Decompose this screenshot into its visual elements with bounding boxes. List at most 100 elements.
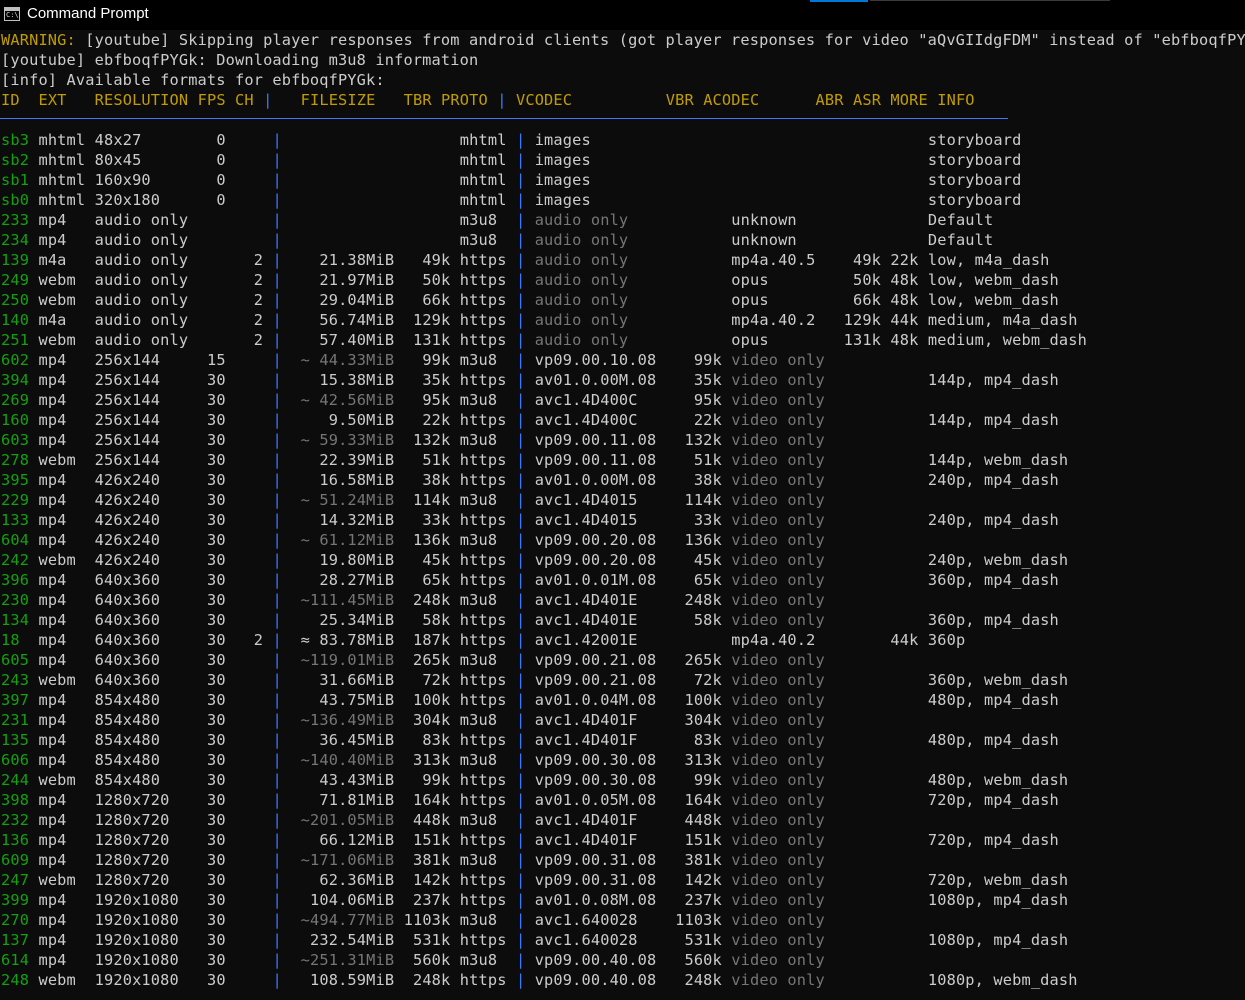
format-vcodec: vp09.00.40.08 bbox=[534, 951, 666, 969]
format-asr bbox=[881, 391, 918, 409]
format-ch bbox=[226, 191, 263, 209]
format-ch bbox=[226, 491, 263, 509]
format-abr bbox=[844, 131, 881, 149]
format-vcodec: avc1.4D401E bbox=[534, 591, 666, 609]
title-bar[interactable]: C:\ Command Prompt bbox=[0, 0, 1245, 30]
column-separator: | bbox=[272, 371, 282, 389]
format-resolution: 640x360 bbox=[94, 631, 198, 649]
format-asr: 48k bbox=[881, 291, 919, 309]
format-tbr: 265k bbox=[394, 651, 451, 669]
format-asr bbox=[881, 551, 918, 569]
format-filesize: 62.36MiB bbox=[291, 871, 395, 889]
format-vbr bbox=[666, 191, 722, 209]
format-more-info bbox=[919, 811, 928, 829]
column-separator: | bbox=[515, 291, 526, 309]
format-vbr bbox=[666, 151, 722, 169]
format-more-info bbox=[919, 491, 928, 509]
format-ch bbox=[226, 751, 263, 769]
format-tbr: 35k bbox=[394, 371, 451, 389]
column-separator: | bbox=[515, 251, 526, 269]
format-more-info: 480p, mp4_dash bbox=[918, 731, 1059, 749]
format-id: 234 bbox=[1, 231, 39, 249]
console-output[interactable]: WARNING: [youtube] Skipping player respo… bbox=[0, 30, 1245, 1000]
column-separator: | bbox=[272, 391, 282, 409]
format-ext: mp4 bbox=[38, 711, 95, 729]
format-acodec: video only bbox=[721, 931, 844, 949]
format-asr: 22k bbox=[881, 251, 919, 269]
format-proto: https bbox=[450, 971, 516, 989]
format-ext: mp4 bbox=[38, 731, 95, 749]
header-abr: ABR bbox=[815, 91, 853, 109]
format-vcodec: audio only bbox=[534, 291, 666, 309]
format-id: 602 bbox=[1, 351, 39, 369]
column-separator: | bbox=[272, 411, 282, 429]
column-separator: | bbox=[515, 331, 526, 349]
format-tbr: 58k bbox=[394, 611, 451, 629]
format-filesize bbox=[291, 171, 394, 189]
format-abr bbox=[844, 811, 881, 829]
table-row: 134 mp4 640x360 30 | 25.34MiB 58k https … bbox=[1, 610, 1059, 630]
format-tbr: 114k bbox=[394, 491, 451, 509]
format-ch bbox=[226, 431, 263, 449]
format-ext: mp4 bbox=[38, 611, 95, 629]
format-tbr: 83k bbox=[394, 731, 451, 749]
format-resolution: 80x45 bbox=[94, 151, 198, 169]
format-abr bbox=[844, 611, 881, 629]
format-vcodec: audio only bbox=[534, 211, 666, 229]
format-filesize: 14.32MiB bbox=[291, 511, 395, 529]
format-tbr: 51k bbox=[394, 451, 451, 469]
format-fps: 0 bbox=[197, 131, 226, 149]
format-vbr: 448k bbox=[665, 811, 722, 829]
format-vbr bbox=[666, 311, 722, 329]
format-asr bbox=[881, 371, 918, 389]
column-separator: | bbox=[272, 211, 282, 229]
format-acodec: video only bbox=[721, 731, 844, 749]
column-separator: | bbox=[272, 331, 282, 349]
column-separator: | bbox=[515, 791, 526, 809]
format-tbr: 22k bbox=[394, 411, 451, 429]
format-tbr: 129k bbox=[394, 311, 451, 329]
format-acodec: mp4a.40.2 bbox=[721, 631, 844, 649]
format-proto: m3u8 bbox=[450, 811, 516, 829]
format-more-info bbox=[919, 591, 928, 609]
format-tbr: 1103k bbox=[394, 911, 451, 929]
format-resolution: 640x360 bbox=[94, 611, 198, 629]
format-vbr: 151k bbox=[665, 831, 722, 849]
column-separator: | bbox=[515, 731, 526, 749]
format-asr bbox=[881, 751, 918, 769]
format-asr bbox=[881, 731, 918, 749]
format-asr bbox=[881, 451, 918, 469]
table-row: 614 mp4 1920x1080 30 | ~251.31MiB 560k m… bbox=[1, 950, 928, 970]
format-abr bbox=[844, 511, 881, 529]
format-acodec: video only bbox=[721, 971, 844, 989]
format-vcodec: vp09.00.11.08 bbox=[534, 451, 666, 469]
format-acodec: video only bbox=[721, 511, 844, 529]
format-vbr: 100k bbox=[665, 691, 722, 709]
format-filesize: 31.66MiB bbox=[291, 671, 395, 689]
format-filesize: 232.54MiB bbox=[291, 931, 395, 949]
format-asr bbox=[881, 591, 918, 609]
format-filesize: ~171.06MiB bbox=[291, 851, 395, 869]
format-fps: 30 bbox=[197, 711, 226, 729]
format-asr bbox=[881, 811, 918, 829]
format-more-info: 720p, mp4_dash bbox=[918, 831, 1059, 849]
format-fps: 30 bbox=[197, 811, 226, 829]
format-vbr: 313k bbox=[665, 751, 722, 769]
format-more-info bbox=[919, 911, 928, 929]
column-separator: | bbox=[272, 591, 282, 609]
format-tbr: 49k bbox=[394, 251, 451, 269]
format-id: 399 bbox=[1, 891, 39, 909]
format-fps: 0 bbox=[197, 191, 226, 209]
format-asr bbox=[881, 211, 918, 229]
format-id: 229 bbox=[1, 491, 39, 509]
